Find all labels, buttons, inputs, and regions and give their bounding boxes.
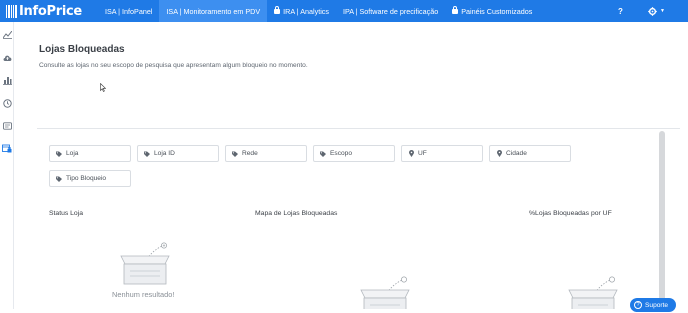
tag-icon (144, 151, 150, 157)
tab-ira-analytics[interactable]: IRA | Analytics (267, 0, 336, 22)
filter-loja[interactable]: Loja (49, 145, 131, 162)
tab-isa-monitoramento[interactable]: ISA | Monitoramento em PDV (159, 0, 268, 22)
tag-icon (56, 151, 62, 157)
page-subtitle: Consulte as lojas no seu escopo de pesqu… (39, 62, 308, 69)
tag-icon (232, 151, 238, 157)
sidebar-item-upload[interactable] (2, 53, 12, 63)
vertical-scrollbar[interactable] (659, 131, 665, 311)
sidebar-item-history[interactable] (2, 98, 12, 108)
sidebar-item-cards[interactable] (2, 121, 12, 131)
filter-label: Rede (242, 150, 258, 157)
id-card-icon (2, 122, 12, 130)
tab-paineis-customizados[interactable]: Painéis Customizados (445, 0, 539, 22)
map-marker-icon (408, 150, 414, 157)
question-circle-icon: ? (634, 301, 642, 309)
chevron-down-icon: ▼ (660, 8, 665, 14)
filter-label: Cidade (506, 150, 527, 157)
filter-rede[interactable]: Rede (225, 145, 307, 162)
filter-loja-id[interactable]: Loja ID (137, 145, 219, 162)
filter-escopo[interactable]: Escopo (313, 145, 395, 162)
clock-icon (2, 98, 12, 108)
tab-label: IRA | Analytics (283, 6, 329, 16)
help-label: ? (618, 6, 623, 16)
empty-box-illustration (568, 276, 618, 309)
chart-line-icon (2, 31, 12, 39)
empty-state-message: Nenhum resultado! (112, 290, 175, 299)
main-content: Lojas Bloqueadas Consulte as lojas no se… (15, 22, 688, 313)
filter-label: Loja ID (154, 150, 175, 157)
section-title-mapa: Mapa de Lojas Bloqueadas (255, 210, 338, 217)
tab-label: Painéis Customizados (461, 6, 533, 16)
tab-isa-infopanel[interactable]: ISA | InfoPanel (98, 0, 159, 22)
sidebar (0, 22, 14, 309)
map-marker-icon (496, 150, 502, 157)
tab-label: IPA | Software de precificação (342, 6, 439, 16)
brand-name: InfoPrice (19, 3, 82, 19)
store-lock-icon (2, 144, 12, 152)
section-title-status-loja: Status Loja (49, 210, 84, 217)
tab-ipa-software[interactable]: IPA | Software de precificação (336, 0, 445, 22)
filter-label: Escopo (330, 150, 352, 157)
mouse-cursor-icon (100, 83, 106, 92)
section-title-percent-uf: %Lojas Bloqueadas por UF (529, 210, 612, 217)
filter-label: Tipo Bloqueio (66, 175, 107, 182)
filter-label: Loja (66, 150, 79, 157)
tag-icon (320, 151, 326, 157)
empty-box-illustration (120, 242, 170, 285)
support-label: Suporte (645, 301, 669, 309)
gear-icon (648, 6, 657, 16)
tag-icon (56, 176, 62, 182)
tab-label: ISA | InfoPanel (105, 6, 153, 16)
help-button[interactable]: ? (618, 0, 623, 22)
lock-icon (274, 6, 281, 14)
empty-box-illustration (360, 276, 410, 309)
infoprice-logo[interactable]: InfoPrice (6, 0, 82, 22)
barcode-icon (6, 4, 18, 18)
filter-cidade[interactable]: Cidade (489, 145, 571, 162)
sidebar-item-analytics[interactable] (2, 30, 12, 40)
filter-tipo-bloqueio[interactable]: Tipo Bloqueio (49, 170, 131, 187)
filter-uf[interactable]: UF (401, 145, 483, 162)
sidebar-item-reports[interactable] (2, 75, 12, 85)
sidebar-item-lojas-bloqueadas[interactable] (2, 143, 12, 153)
bar-chart-icon (2, 76, 12, 85)
lock-icon (452, 6, 459, 14)
page-title: Lojas Bloqueadas (39, 44, 125, 55)
support-button[interactable]: ? Suporte (630, 298, 676, 312)
cloud-upload-icon (3, 55, 11, 61)
filter-label: UF (418, 150, 427, 157)
settings-menu-button[interactable]: ▼ (648, 0, 665, 22)
tab-label: ISA | Monitoramento em PDV (166, 6, 261, 16)
module-tabs: ISA | InfoPanel ISA | Monitoramento em P… (98, 0, 539, 22)
